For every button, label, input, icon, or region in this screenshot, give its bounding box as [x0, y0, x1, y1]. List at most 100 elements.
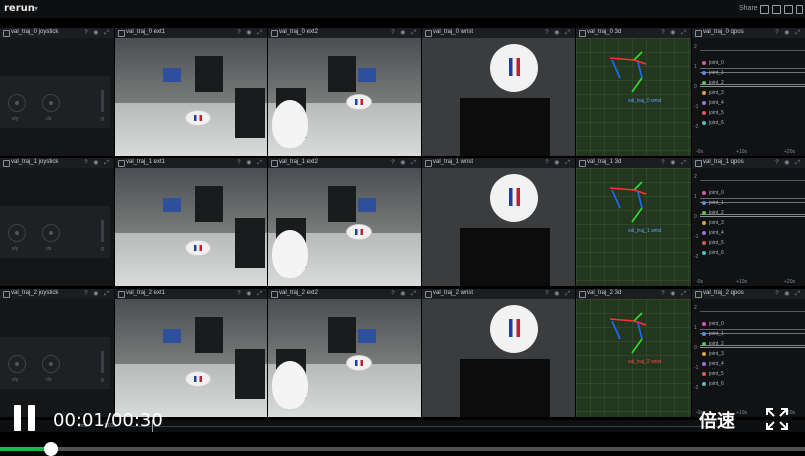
legend-entry-joint-0[interactable]: joint_0	[702, 321, 724, 327]
panel-header[interactable]: val_traj_1 qpos ? ◉ ⤢	[692, 158, 805, 168]
joystick-panel-0[interactable]: val_traj_0 joystick ? ◉ ⤢ x/y r/z g	[0, 28, 114, 156]
series-line	[700, 329, 805, 330]
ext2-camera-panel-1[interactable]: val_traj_1 ext2 ? ◉ ⤢	[268, 158, 421, 286]
x-tick-label: +20s	[784, 149, 795, 155]
panel-controls-icons[interactable]: ? ◉ ⤢	[545, 290, 572, 298]
joystick-panel-1[interactable]: val_traj_1 joystick ? ◉ ⤢ x/y r/z g	[0, 158, 114, 286]
panel-controls-icons[interactable]: ? ◉ ⤢	[775, 290, 802, 298]
panel-controls-icons[interactable]: ? ◉ ⤢	[84, 159, 111, 167]
share-button[interactable]: Share	[739, 5, 758, 12]
view-type-icon	[425, 160, 432, 167]
gripper-fingers	[460, 359, 550, 417]
bottom-panel-toggle-icon[interactable]	[784, 5, 793, 14]
legend-entry-joint-0[interactable]: joint_0	[702, 190, 724, 196]
3d-view-panel-0[interactable]: val_traj_0 3d ? ◉ ⤢ val_traj_0 wrist	[576, 28, 691, 156]
panel-controls-icons[interactable]: ? ◉ ⤢	[84, 29, 111, 37]
panel-controls-icons[interactable]: ? ◉ ⤢	[661, 290, 688, 298]
pause-button[interactable]	[14, 405, 38, 431]
progress-knob[interactable]	[44, 442, 58, 456]
panel-controls-icons[interactable]: ? ◉ ⤢	[391, 290, 418, 298]
ext2-camera-panel-2[interactable]: val_traj_2 ext2 ? ◉ ⤢	[268, 289, 421, 417]
panel-header[interactable]: val_traj_2 qpos ? ◉ ⤢	[692, 289, 805, 299]
qpos-plot-panel-1[interactable]: val_traj_1 qpos ? ◉ ⤢ 2 1 0 -1 -2 joint_0 joint_…	[692, 158, 805, 286]
panel-header[interactable]: val_traj_1 wrist ? ◉ ⤢	[422, 158, 575, 168]
panel-header[interactable]: val_traj_1 ext2 ? ◉ ⤢	[268, 158, 421, 168]
legend-entry-joint-5[interactable]: joint_5	[702, 110, 724, 116]
panel-header[interactable]: val_traj_2 ext1 ? ◉ ⤢	[115, 289, 267, 299]
wrist-camera-panel-0[interactable]: val_traj_0 wrist ? ◉ ⤢	[422, 28, 575, 156]
panel-header[interactable]: val_traj_0 3d ? ◉ ⤢	[576, 28, 691, 38]
panel-header[interactable]: val_traj_0 ext1 ? ◉ ⤢	[115, 28, 267, 38]
wrist-camera-panel-1[interactable]: val_traj_1 wrist ? ◉ ⤢	[422, 158, 575, 286]
ext1-camera-panel-2[interactable]: val_traj_2 ext1 ? ◉ ⤢	[115, 289, 267, 417]
gripper-label: g	[101, 246, 104, 252]
legend-entry-joint-4[interactable]: joint_4	[702, 361, 724, 367]
panel-controls-icons[interactable]: ? ◉ ⤢	[237, 159, 264, 167]
fullscreen-icon[interactable]	[766, 408, 788, 430]
legend-entry-joint-1[interactable]: joint_1	[702, 331, 724, 337]
panel-controls-icons[interactable]: ? ◉ ⤢	[775, 29, 802, 37]
panel-controls-icons[interactable]: ? ◉ ⤢	[775, 159, 802, 167]
panel-controls-icons[interactable]: ? ◉ ⤢	[545, 29, 572, 37]
y-tick-label: -1	[694, 234, 699, 240]
scene-entity-label: val_traj_2 wrist	[628, 359, 662, 365]
panel-title: val_traj_1 ext1	[126, 159, 166, 165]
panel-header[interactable]: val_traj_1 3d ? ◉ ⤢	[576, 158, 691, 168]
legend-entry-joint-3[interactable]: joint_3	[702, 90, 724, 96]
legend-dot	[702, 381, 706, 386]
panel-controls-icons[interactable]: ? ◉ ⤢	[391, 159, 418, 167]
legend-entry-joint-6[interactable]: joint_6	[702, 250, 724, 256]
wrist-camera-panel-2[interactable]: val_traj_2 wrist ? ◉ ⤢	[422, 289, 575, 417]
series-line	[700, 86, 805, 87]
panel-header[interactable]: val_traj_2 ext2 ? ◉ ⤢	[268, 289, 421, 299]
legend-entry-joint-2[interactable]: joint_2	[702, 80, 724, 86]
panel-header[interactable]: val_traj_1 joystick ? ◉ ⤢	[0, 158, 114, 168]
settings-icon[interactable]	[760, 5, 769, 14]
panel-header[interactable]: val_traj_0 qpos ? ◉ ⤢	[692, 28, 805, 38]
legend-entry-joint-1[interactable]: joint_1	[702, 200, 724, 206]
panel-header[interactable]: val_traj_2 joystick ? ◉ ⤢	[0, 289, 114, 299]
legend-entry-joint-3[interactable]: joint_3	[702, 220, 724, 226]
right-panel-toggle-icon[interactable]	[796, 5, 803, 14]
ext1-camera-panel-0[interactable]: val_traj_0 ext1 ? ◉ ⤢	[115, 28, 267, 156]
panel-controls-icons[interactable]: ? ◉ ⤢	[237, 29, 264, 37]
panel-controls-icons[interactable]: ? ◉ ⤢	[237, 290, 264, 298]
legend-entry-joint-6[interactable]: joint_6	[702, 381, 724, 387]
panel-header[interactable]: val_traj_0 ext2 ? ◉ ⤢	[268, 28, 421, 38]
legend-entry-joint-1[interactable]: joint_1	[702, 70, 724, 76]
ext1-camera-panel-1[interactable]: val_traj_1 ext1 ? ◉ ⤢	[115, 158, 267, 286]
joystick-panel-2[interactable]: val_traj_2 joystick ? ◉ ⤢ x/y r/z g	[0, 289, 114, 417]
ext2-camera-panel-0[interactable]: val_traj_0 ext2 ? ◉ ⤢	[268, 28, 421, 156]
legend-entry-joint-4[interactable]: joint_4	[702, 100, 724, 106]
panel-controls-icons[interactable]: ? ◉ ⤢	[661, 159, 688, 167]
panel-header[interactable]: val_traj_0 wrist ? ◉ ⤢	[422, 28, 575, 38]
3d-view-panel-2[interactable]: val_traj_2 3d ? ◉ ⤢ val_traj_2 wrist	[576, 289, 691, 417]
progress-bar[interactable]	[0, 442, 805, 456]
legend-entry-joint-2[interactable]: joint_2	[702, 341, 724, 347]
menu-chevron-icon[interactable]: ▾	[34, 4, 38, 13]
legend-entry-joint-0[interactable]: joint_0	[702, 60, 724, 66]
speed-button[interactable]: 倍速	[699, 407, 735, 433]
legend-entry-joint-4[interactable]: joint_4	[702, 230, 724, 236]
panel-header[interactable]: val_traj_1 ext1 ? ◉ ⤢	[115, 158, 267, 168]
panel-controls-icons[interactable]: ? ◉ ⤢	[391, 29, 418, 37]
qpos-plot-panel-0[interactable]: val_traj_0 qpos ? ◉ ⤢ 2 1 0 -1 -2 joint_0 joint_…	[692, 28, 805, 156]
panel-controls-icons[interactable]: ? ◉ ⤢	[84, 290, 111, 298]
3d-view-panel-1[interactable]: val_traj_1 3d ? ◉ ⤢ val_traj_1 wrist	[576, 158, 691, 286]
qpos-plot-panel-2[interactable]: val_traj_2 qpos ? ◉ ⤢ 2 1 0 -1 -2 joint_0 joint_…	[692, 289, 805, 417]
panel-header[interactable]: val_traj_2 3d ? ◉ ⤢	[576, 289, 691, 299]
legend-entry-joint-3[interactable]: joint_3	[702, 351, 724, 357]
panel-controls-icons[interactable]: ? ◉ ⤢	[661, 29, 688, 37]
panel-controls-icons[interactable]: ? ◉ ⤢	[545, 159, 572, 167]
legend-entry-joint-5[interactable]: joint_5	[702, 240, 724, 246]
timeline-track[interactable]	[130, 426, 725, 427]
view-type-icon	[118, 291, 125, 298]
panel-header[interactable]: val_traj_2 wrist ? ◉ ⤢	[422, 289, 575, 299]
joystick-axis-label: r/z	[46, 246, 52, 252]
legend-entry-joint-2[interactable]: joint_2	[702, 210, 724, 216]
panel-header[interactable]: val_traj_0 joystick ? ◉ ⤢	[0, 28, 114, 38]
left-panel-toggle-icon[interactable]	[772, 5, 781, 14]
legend-entry-joint-5[interactable]: joint_5	[702, 371, 724, 377]
pause-icon-bar	[28, 405, 35, 431]
legend-entry-joint-6[interactable]: joint_6	[702, 120, 724, 126]
